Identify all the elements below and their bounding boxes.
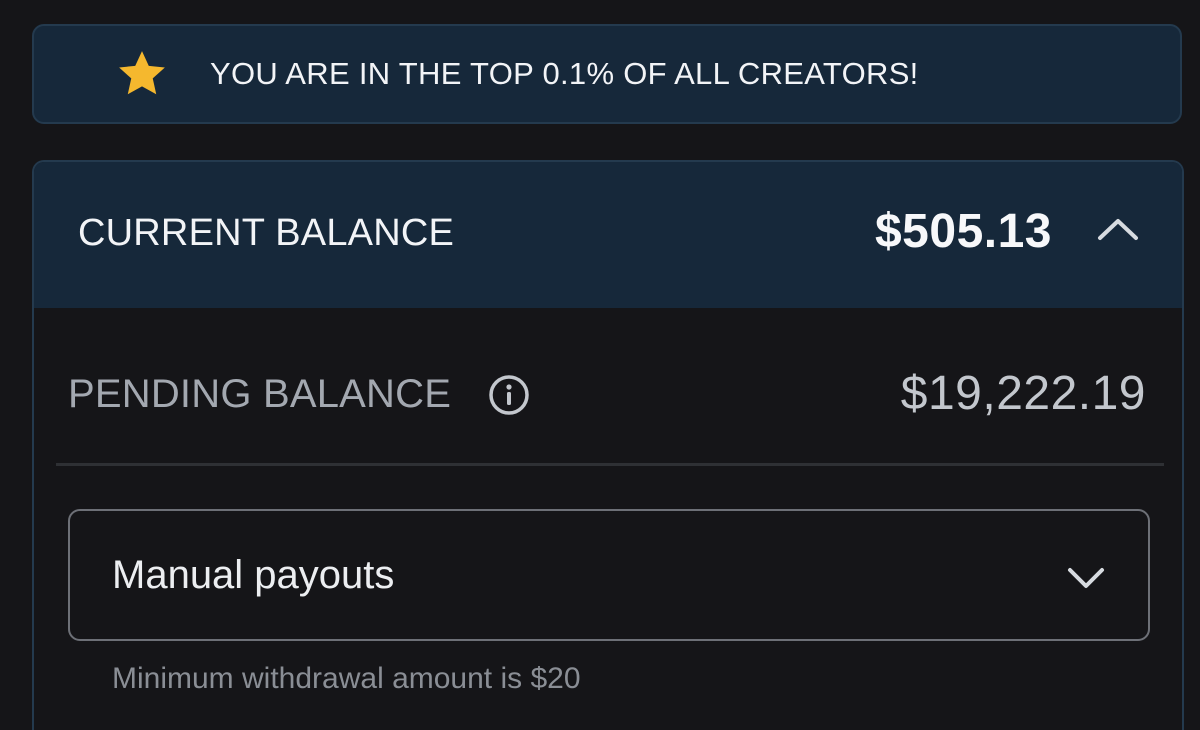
banner-text: YOU ARE IN THE TOP 0.1% OF ALL CREATORS! — [210, 56, 919, 91]
divider — [56, 463, 1164, 466]
minimum-withdrawal-hint: Minimum withdrawal amount is $20 — [112, 662, 581, 695]
payout-method-value: Manual payouts — [112, 553, 395, 597]
balance-page: YOU ARE IN THE TOP 0.1% OF ALL CREATORS!… — [0, 0, 1200, 730]
chevron-down-icon — [1066, 565, 1106, 591]
current-balance-amount: $505.13 — [874, 205, 1052, 258]
pending-balance-row: PENDING BALANCE $19,222.19 — [34, 308, 1182, 464]
star-icon — [114, 46, 170, 102]
chevron-up-icon[interactable] — [1096, 214, 1140, 244]
pending-balance-label: PENDING BALANCE — [68, 372, 452, 416]
current-balance-header[interactable]: CURRENT BALANCE $505.13 — [34, 162, 1182, 308]
info-icon[interactable] — [488, 374, 530, 416]
top-creator-banner: YOU ARE IN THE TOP 0.1% OF ALL CREATORS! — [32, 24, 1182, 124]
pending-balance-amount: $19,222.19 — [900, 367, 1146, 420]
balance-card: CURRENT BALANCE $505.13 PENDING BALANCE … — [32, 160, 1184, 730]
current-balance-label: CURRENT BALANCE — [78, 212, 455, 254]
payout-method-select[interactable]: Manual payouts — [68, 509, 1150, 641]
